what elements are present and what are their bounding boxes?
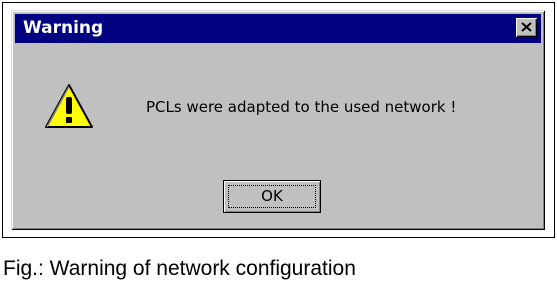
warning-dialog: Warning PCLs were adapted to the used ne…: [11, 10, 545, 230]
warning-triangle-icon: [45, 84, 93, 128]
title-bar[interactable]: Warning: [15, 14, 541, 43]
close-button[interactable]: [516, 18, 537, 37]
close-icon: [521, 22, 532, 32]
ok-button-label: OK: [261, 187, 283, 205]
ok-button[interactable]: OK: [223, 180, 321, 213]
dialog-title: Warning: [23, 18, 104, 38]
figure-caption: Fig.: Warning of network configuration: [3, 257, 356, 280]
warning-message: PCLs were adapted to the used network !: [146, 98, 457, 116]
figure-frame: Warning PCLs were adapted to the used ne…: [2, 2, 555, 238]
